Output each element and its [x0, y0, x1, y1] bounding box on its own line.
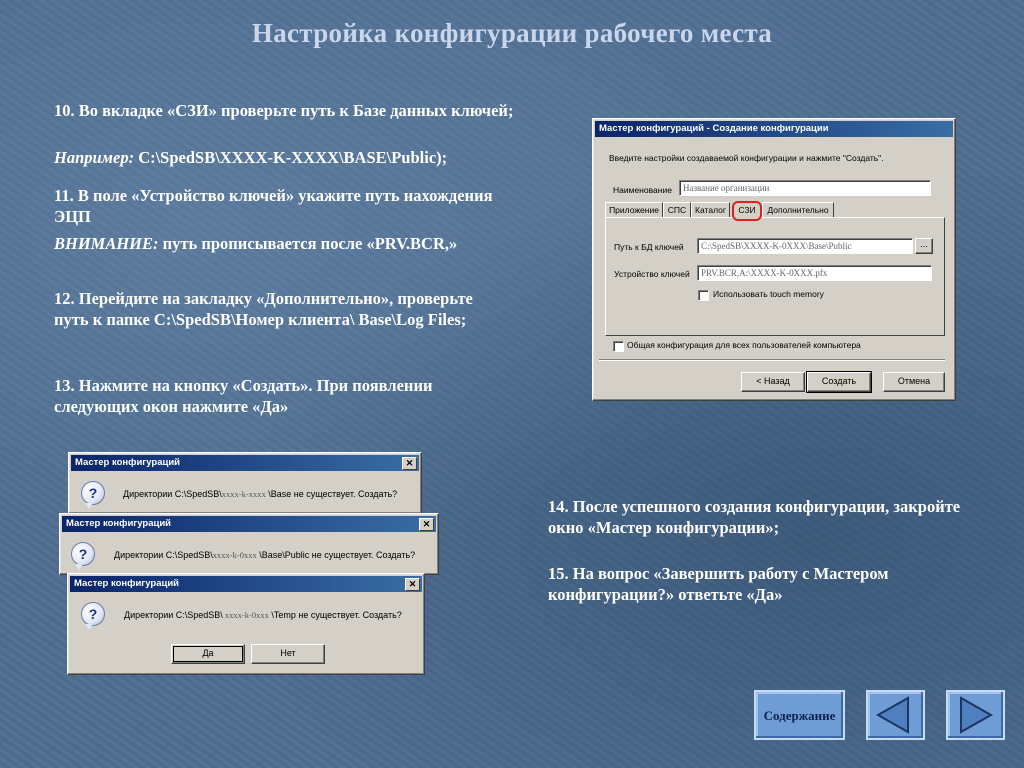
tab-additional[interactable]: Дополнительно — [762, 202, 834, 217]
step-15: 15. На вопрос «Завершить работу с Мастер… — [548, 564, 889, 604]
config-intro-text: Введите настройки создаваемой конфигурац… — [609, 153, 884, 163]
key-device-label: Устройство ключей — [614, 269, 690, 279]
msg-dialog-1-text: Директории C:\SpedSB\xxxx-k-xxxx \Base н… — [123, 489, 397, 499]
step-10-text: 10. Во вкладке «СЗИ» проверьте путь к Ба… — [54, 101, 514, 120]
common-config-checkbox[interactable] — [613, 341, 624, 352]
back-button[interactable]: < Назад — [741, 372, 805, 392]
dialog-separator — [599, 359, 945, 361]
triangle-left-icon — [875, 696, 909, 734]
step-11-warning: ВНИМАНИЕ: путь прописывается после «PRV.… — [54, 233, 574, 254]
question-icon: ? — [71, 542, 95, 570]
name-field[interactable]: Название организации — [679, 180, 931, 196]
msg-3-path: xxxx-k-0xxx — [222, 610, 269, 620]
step-10-example: Например: C:\SpedSB\XXXX-K-XXXX\BASE\Pub… — [54, 147, 574, 168]
tab-catalog[interactable]: Каталог — [691, 202, 730, 217]
common-config-label: Общая конфигурация для всех пользователе… — [627, 340, 861, 350]
touch-memory-checkbox[interactable] — [698, 290, 709, 301]
step-14: 14. После успешного создания конфигураци… — [548, 497, 961, 537]
touch-memory-label: Использовать touch memory — [713, 289, 824, 299]
browse-button[interactable]: ... — [915, 238, 933, 254]
prev-button[interactable] — [866, 690, 925, 740]
db-path-field[interactable]: C:\SpedSB\XXXX-K-0XXX\Base\Public — [697, 238, 913, 254]
contents-label: Содержание — [763, 708, 836, 723]
msg-dialog-2: Мастер конфигураций ✕ ? Директории C:\Sp… — [59, 513, 439, 575]
step-12: 12. Перейдите на закладку «Дополнительно… — [54, 289, 473, 329]
close-icon[interactable]: ✕ — [405, 578, 420, 591]
tab-strip: Приложение СПС Каталог СЗИ Дополнительно — [605, 201, 935, 221]
create-button[interactable]: Создать — [806, 371, 872, 393]
next-button[interactable] — [946, 690, 1005, 740]
msg-1-prefix: Директории C:\SpedSB\ — [123, 489, 222, 499]
example-label: Например: — [54, 148, 135, 167]
contents-button[interactable]: Содержание — [754, 690, 845, 740]
step-11-text: 11. В поле «Устройство ключей» укажите п… — [54, 186, 493, 226]
step-10: 10. Во вкладке «СЗИ» проверьте путь к Ба… — [54, 100, 534, 121]
close-icon[interactable]: ✕ — [402, 457, 417, 470]
msg-dialog-1-title: Мастер конфигураций — [75, 457, 181, 468]
slide-title: Настройка конфигурации рабочего места — [251, 18, 773, 48]
warning-value: путь прописывается после «PRV.BCR,» — [158, 234, 458, 253]
config-wizard-dialog: Мастер конфигураций - Создание конфигура… — [592, 118, 956, 401]
msg-dialog-2-text: Директории C:\SpedSB\xxxx-k-0xxx \Base\P… — [114, 550, 415, 560]
triangle-right-icon — [960, 696, 994, 734]
no-button[interactable]: Нет — [251, 644, 325, 664]
tab-application[interactable]: Приложение — [605, 202, 663, 217]
msg-dialog-1: Мастер конфигураций ✕ ? Директории C:\Sp… — [68, 452, 422, 514]
warning-label: ВНИМАНИЕ: — [54, 234, 159, 253]
msg-dialog-3: Мастер конфигураций ✕ ? Директории C:\Sp… — [67, 573, 425, 675]
name-label: Наименование — [613, 185, 672, 195]
tab-panel: Путь к БД ключей C:\SpedSB\XXXX-K-0XXX\B… — [605, 217, 945, 336]
db-path-label: Путь к БД ключей — [614, 242, 684, 252]
tab-szi[interactable]: СЗИ — [732, 201, 762, 221]
msg-dialog-3-titlebar: Мастер конфигураций ✕ — [70, 576, 422, 592]
msg-dialog-3-text: Директории C:\SpedSB\ xxxx-k-0xxx \Temp … — [124, 610, 402, 620]
msg-1-suffix: \Base не существует. Создать? — [265, 489, 398, 499]
example-value: C:\SpedSB\XXXX-K-XXXX\BASE\Public); — [134, 148, 448, 167]
config-wizard-title: Мастер конфигураций - Создание конфигура… — [599, 123, 829, 134]
msg-1-path: xxxx-k-xxxx — [221, 489, 266, 499]
msg-dialog-1-titlebar: Мастер конфигураций ✕ — [71, 455, 419, 471]
msg-dialog-3-title: Мастер конфигураций — [74, 578, 180, 589]
key-device-field[interactable]: PRV.BCR,A:\XXXX-K-0XXX.pfx — [697, 265, 932, 281]
yes-button[interactable]: Да — [171, 644, 245, 664]
tab-sps[interactable]: СПС — [663, 202, 691, 217]
msg-2-prefix: Директории C:\SpedSB\ — [114, 550, 213, 560]
close-icon[interactable]: ✕ — [419, 518, 434, 531]
step-13: 13. Нажмите на кнопку «Создать». При поя… — [54, 376, 433, 416]
msg-dialog-2-titlebar: Мастер конфигураций ✕ — [62, 516, 436, 532]
msg-3-suffix: \Temp не существует. Создать? — [268, 610, 402, 620]
question-icon: ? — [81, 481, 105, 509]
msg-2-suffix: \Base\Public не существует. Создать? — [256, 550, 416, 560]
msg-3-prefix: Директории C:\SpedSB\ — [124, 610, 223, 620]
config-wizard-titlebar: Мастер конфигураций - Создание конфигура… — [595, 121, 953, 137]
msg-dialog-2-title: Мастер конфигураций — [66, 518, 172, 529]
msg-2-path: xxxx-k-0xxx — [212, 550, 257, 560]
cancel-button[interactable]: Отмена — [883, 372, 945, 392]
step-11: 11. В поле «Устройство ключей» укажите п… — [54, 185, 504, 227]
question-icon: ? — [81, 602, 105, 630]
